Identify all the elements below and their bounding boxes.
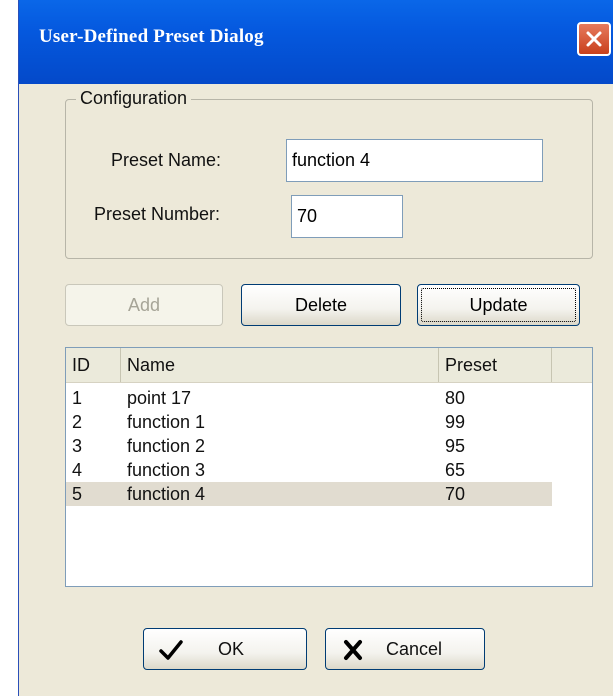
cell-id: 3 (72, 435, 83, 456)
cell-preset: 99 (445, 411, 466, 432)
table-row[interactable]: 4 function 3 65 (66, 458, 592, 482)
add-button[interactable]: Add (65, 284, 223, 326)
cell-preset: 95 (445, 435, 466, 456)
column-header-filler (552, 348, 592, 382)
delete-button[interactable]: Delete (241, 284, 401, 326)
cell-preset: 80 (445, 387, 466, 408)
cell-preset: 65 (445, 459, 466, 480)
cancel-label: Cancel (386, 639, 443, 659)
column-header-name[interactable]: Name (121, 348, 439, 382)
close-icon (586, 31, 602, 47)
table-body: 1 point 17 80 2 function 1 99 3 function… (66, 383, 592, 506)
column-header-preset[interactable]: Preset (439, 348, 552, 382)
update-button[interactable]: Update (417, 284, 580, 326)
cell-name: function 2 (127, 435, 206, 456)
table-row-selected[interactable]: 5 function 4 70 (66, 482, 552, 506)
cell-preset: 70 (445, 483, 466, 504)
cell-id: 5 (72, 483, 83, 504)
configuration-group: Configuration Preset Name: Preset Number… (65, 88, 593, 259)
cell-id: 1 (72, 387, 83, 408)
preset-number-input[interactable] (291, 195, 403, 238)
cell-name: function 4 (127, 483, 206, 504)
preset-name-input[interactable] (286, 139, 543, 182)
table-row[interactable]: 2 function 1 99 (66, 410, 592, 434)
x-mark-icon (344, 640, 362, 660)
preset-number-label: Preset Number: (94, 204, 221, 224)
preset-dialog: User-Defined Preset Dialog Configuration… (18, 0, 613, 696)
cell-name: function 1 (127, 411, 206, 432)
configuration-legend: Configuration (76, 88, 192, 109)
table-row[interactable]: 3 function 2 95 (66, 434, 592, 458)
cell-id: 4 (72, 459, 83, 480)
cancel-button[interactable]: Cancel (325, 628, 485, 670)
ok-button[interactable]: OK (143, 628, 307, 670)
cell-name: point 17 (127, 387, 192, 408)
column-header-id[interactable]: ID (66, 348, 121, 382)
dialog-title: User-Defined Preset Dialog (39, 26, 264, 47)
preset-table[interactable]: ID Name Preset 1 point 17 80 2 function … (65, 347, 593, 587)
checkmark-icon (159, 640, 183, 660)
ok-label: OK (218, 639, 245, 659)
title-bar[interactable]: User-Defined Preset Dialog (19, 0, 613, 84)
close-button[interactable] (577, 22, 611, 56)
cell-id: 2 (72, 411, 83, 432)
table-header: ID Name Preset (66, 348, 592, 383)
dialog-body: Configuration Preset Name: Preset Number… (19, 84, 613, 696)
cell-name: function 3 (127, 459, 206, 480)
preset-name-label: Preset Name: (111, 150, 222, 170)
table-row[interactable]: 1 point 17 80 (66, 386, 592, 410)
